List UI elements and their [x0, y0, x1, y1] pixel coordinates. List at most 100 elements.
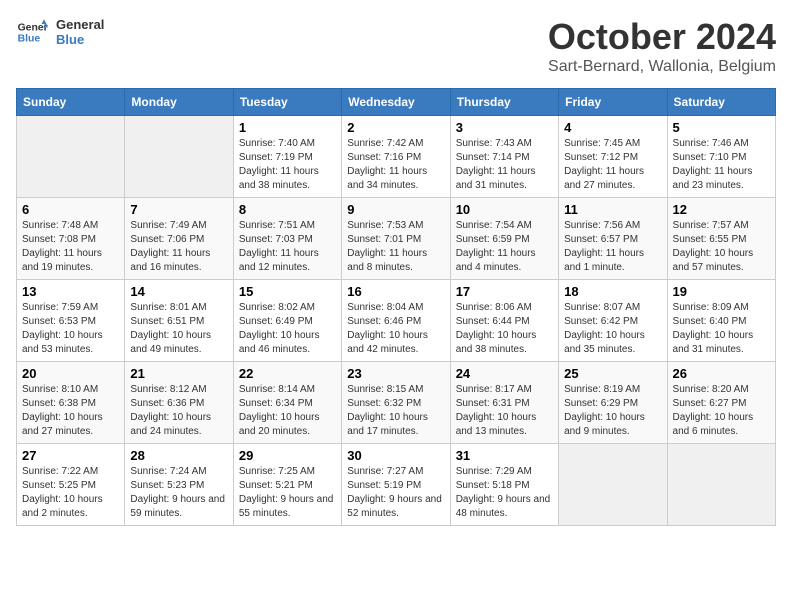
calendar-week-row: 1 Sunrise: 7:40 AM Sunset: 7:19 PM Daylig…: [17, 116, 776, 198]
calendar-cell: 1 Sunrise: 7:40 AM Sunset: 7:19 PM Daylig…: [233, 116, 341, 198]
day-number: 22: [239, 366, 336, 381]
day-number: 15: [239, 284, 336, 299]
logo-blue: Blue: [56, 32, 104, 47]
day-number: 17: [456, 284, 553, 299]
day-number: 3: [456, 120, 553, 135]
calendar-cell: 17Sunrise: 8:06 AM Sunset: 6:44 PM Dayli…: [450, 280, 558, 362]
month-title: October 2024: [548, 16, 776, 58]
day-info: Sunrise: 8:12 AM Sunset: 6:36 PM Dayligh…: [130, 383, 227, 439]
weekday-header-row: SundayMondayTuesdayWednesdayThursdayFrid…: [17, 89, 776, 116]
calendar-cell: 28 Sunrise: 7:24 AM Sunset: 5:23 PM Dayli…: [125, 444, 233, 526]
day-number: 9: [347, 202, 444, 217]
day-number: 31: [456, 448, 553, 463]
calendar-cell: [559, 444, 667, 526]
weekday-header-monday: Monday: [125, 89, 233, 116]
calendar-cell: 19Sunrise: 8:09 AM Sunset: 6:40 PM Dayli…: [667, 280, 775, 362]
day-number: 20: [22, 366, 119, 381]
day-number: 21: [130, 366, 227, 381]
day-info: Sunrise: 7:57 AM Sunset: 6:55 PM Dayligh…: [673, 219, 770, 275]
logo-general: General: [56, 17, 104, 32]
calendar-cell: 14 Sunrise: 8:01 AM Sunset: 6:51 PM Dayli…: [125, 280, 233, 362]
calendar-cell: 2 Sunrise: 7:42 AM Sunset: 7:16 PM Daylig…: [342, 116, 450, 198]
calendar-week-row: 20Sunrise: 8:10 AM Sunset: 6:38 PM Dayli…: [17, 362, 776, 444]
logo: General Blue General Blue: [16, 16, 104, 48]
calendar-cell: 29Sunrise: 7:25 AM Sunset: 5:21 PM Dayli…: [233, 444, 341, 526]
calendar-cell: 24 Sunrise: 8:17 AM Sunset: 6:31 PM Dayli…: [450, 362, 558, 444]
calendar-cell: 26Sunrise: 8:20 AM Sunset: 6:27 PM Dayli…: [667, 362, 775, 444]
day-number: 25: [564, 366, 661, 381]
weekday-header-tuesday: Tuesday: [233, 89, 341, 116]
day-number: 29: [239, 448, 336, 463]
calendar-cell: 21 Sunrise: 8:12 AM Sunset: 6:36 PM Dayli…: [125, 362, 233, 444]
day-info: Sunrise: 7:49 AM Sunset: 7:06 PM Dayligh…: [130, 219, 227, 275]
calendar-cell: 8Sunrise: 7:51 AM Sunset: 7:03 PM Daylig…: [233, 198, 341, 280]
day-info: Sunrise: 7:53 AM Sunset: 7:01 PM Dayligh…: [347, 219, 444, 275]
day-info: Sunrise: 7:56 AM Sunset: 6:57 PM Dayligh…: [564, 219, 661, 275]
day-number: 4: [564, 120, 661, 135]
day-info: Sunrise: 8:19 AM Sunset: 6:29 PM Dayligh…: [564, 383, 661, 439]
day-number: 19: [673, 284, 770, 299]
day-info: Sunrise: 7:27 AM Sunset: 5:19 PM Dayligh…: [347, 465, 444, 521]
calendar-cell: 11Sunrise: 7:56 AM Sunset: 6:57 PM Dayli…: [559, 198, 667, 280]
calendar-cell: 25 Sunrise: 8:19 AM Sunset: 6:29 PM Dayli…: [559, 362, 667, 444]
calendar-cell: 13Sunrise: 7:59 AM Sunset: 6:53 PM Dayli…: [17, 280, 125, 362]
day-number: 27: [22, 448, 119, 463]
day-info: Sunrise: 7:22 AM Sunset: 5:25 PM Dayligh…: [22, 465, 119, 521]
day-number: 23: [347, 366, 444, 381]
weekday-header-sunday: Sunday: [17, 89, 125, 116]
day-number: 1: [239, 120, 336, 135]
day-number: 16: [347, 284, 444, 299]
weekday-header-friday: Friday: [559, 89, 667, 116]
day-info: Sunrise: 7:45 AM Sunset: 7:12 PM Dayligh…: [564, 137, 661, 193]
svg-text:General: General: [18, 22, 48, 33]
calendar-cell: 30Sunrise: 7:27 AM Sunset: 5:19 PM Dayli…: [342, 444, 450, 526]
calendar-week-row: 13Sunrise: 7:59 AM Sunset: 6:53 PM Dayli…: [17, 280, 776, 362]
calendar-cell: 9 Sunrise: 7:53 AM Sunset: 7:01 PM Daylig…: [342, 198, 450, 280]
day-info: Sunrise: 8:07 AM Sunset: 6:42 PM Dayligh…: [564, 301, 661, 357]
weekday-header-wednesday: Wednesday: [342, 89, 450, 116]
day-number: 14: [130, 284, 227, 299]
calendar-cell: 20Sunrise: 8:10 AM Sunset: 6:38 PM Dayli…: [17, 362, 125, 444]
calendar-cell: 23Sunrise: 8:15 AM Sunset: 6:32 PM Dayli…: [342, 362, 450, 444]
calendar-week-row: 27 Sunrise: 7:22 AM Sunset: 5:25 PM Dayli…: [17, 444, 776, 526]
calendar-week-row: 6 Sunrise: 7:48 AM Sunset: 7:08 PM Daylig…: [17, 198, 776, 280]
day-number: 26: [673, 366, 770, 381]
day-info: Sunrise: 7:42 AM Sunset: 7:16 PM Dayligh…: [347, 137, 444, 193]
day-info: Sunrise: 8:02 AM Sunset: 6:49 PM Dayligh…: [239, 301, 336, 357]
calendar-cell: 18 Sunrise: 8:07 AM Sunset: 6:42 PM Dayli…: [559, 280, 667, 362]
day-number: 7: [130, 202, 227, 217]
day-number: 6: [22, 202, 119, 217]
day-number: 28: [130, 448, 227, 463]
day-info: Sunrise: 7:46 AM Sunset: 7:10 PM Dayligh…: [673, 137, 770, 193]
weekday-header-thursday: Thursday: [450, 89, 558, 116]
calendar-cell: 31Sunrise: 7:29 AM Sunset: 5:18 PM Dayli…: [450, 444, 558, 526]
day-info: Sunrise: 8:04 AM Sunset: 6:46 PM Dayligh…: [347, 301, 444, 357]
calendar-cell: 4 Sunrise: 7:45 AM Sunset: 7:12 PM Daylig…: [559, 116, 667, 198]
day-number: 13: [22, 284, 119, 299]
day-info: Sunrise: 8:17 AM Sunset: 6:31 PM Dayligh…: [456, 383, 553, 439]
day-number: 24: [456, 366, 553, 381]
calendar-cell: 27 Sunrise: 7:22 AM Sunset: 5:25 PM Dayli…: [17, 444, 125, 526]
calendar-cell: [17, 116, 125, 198]
day-number: 5: [673, 120, 770, 135]
calendar-cell: 6 Sunrise: 7:48 AM Sunset: 7:08 PM Daylig…: [17, 198, 125, 280]
calendar-cell: 12Sunrise: 7:57 AM Sunset: 6:55 PM Dayli…: [667, 198, 775, 280]
calendar-cell: [125, 116, 233, 198]
calendar-cell: 3 Sunrise: 7:43 AM Sunset: 7:14 PM Daylig…: [450, 116, 558, 198]
day-info: Sunrise: 8:01 AM Sunset: 6:51 PM Dayligh…: [130, 301, 227, 357]
day-info: Sunrise: 7:54 AM Sunset: 6:59 PM Dayligh…: [456, 219, 553, 275]
day-number: 18: [564, 284, 661, 299]
svg-text:Blue: Blue: [18, 34, 41, 45]
day-number: 2: [347, 120, 444, 135]
calendar-cell: 16 Sunrise: 8:04 AM Sunset: 6:46 PM Dayli…: [342, 280, 450, 362]
title-area: October 2024 Sart-Bernard, Wallonia, Bel…: [548, 16, 776, 76]
day-info: Sunrise: 7:51 AM Sunset: 7:03 PM Dayligh…: [239, 219, 336, 275]
day-info: Sunrise: 7:40 AM Sunset: 7:19 PM Dayligh…: [239, 137, 336, 193]
day-info: Sunrise: 7:48 AM Sunset: 7:08 PM Dayligh…: [22, 219, 119, 275]
calendar-cell: 22Sunrise: 8:14 AM Sunset: 6:34 PM Dayli…: [233, 362, 341, 444]
calendar-table: SundayMondayTuesdayWednesdayThursdayFrid…: [16, 88, 776, 526]
day-info: Sunrise: 7:43 AM Sunset: 7:14 PM Dayligh…: [456, 137, 553, 193]
calendar-cell: 15 Sunrise: 8:02 AM Sunset: 6:49 PM Dayli…: [233, 280, 341, 362]
day-info: Sunrise: 7:24 AM Sunset: 5:23 PM Dayligh…: [130, 465, 227, 521]
location-title: Sart-Bernard, Wallonia, Belgium: [548, 58, 776, 76]
